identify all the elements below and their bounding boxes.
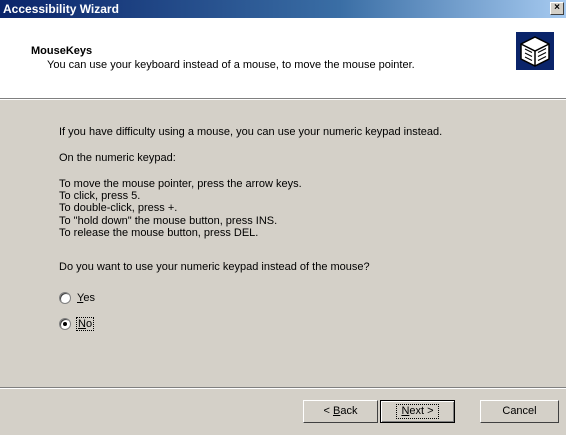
- wizard-book-icon: [516, 32, 554, 70]
- cancel-button[interactable]: Cancel: [480, 400, 559, 423]
- window-title: Accessibility Wizard: [3, 2, 119, 16]
- back-button[interactable]: < Back: [303, 400, 378, 423]
- yes-radio[interactable]: [59, 292, 71, 304]
- instruction-line: To move the mouse pointer, press the arr…: [59, 178, 302, 190]
- instruction-line: To "hold down" the mouse button, press I…: [59, 215, 278, 227]
- page-subtitle: You can use your keyboard instead of a m…: [47, 59, 415, 71]
- no-label[interactable]: No: [75, 317, 95, 331]
- intro-text: If you have difficulty using a mouse, yo…: [59, 126, 443, 138]
- page-title: MouseKeys: [31, 45, 93, 57]
- no-option[interactable]: No: [59, 317, 95, 331]
- yes-option[interactable]: Yes: [59, 291, 95, 305]
- header-separator: [0, 98, 566, 100]
- instruction-line: To click, press 5.: [59, 190, 141, 202]
- wizard-header: MouseKeys You can use your keyboard inst…: [0, 18, 566, 98]
- instruction-line: To double-click, press +.: [59, 202, 178, 214]
- no-radio[interactable]: [59, 318, 71, 330]
- radio-selected-dot: [63, 322, 67, 326]
- yes-label[interactable]: Yes: [77, 292, 95, 304]
- question-text: Do you want to use your numeric keypad i…: [59, 261, 370, 273]
- close-button[interactable]: ×: [550, 2, 564, 15]
- footer-separator: [0, 387, 566, 389]
- keypad-heading: On the numeric keypad:: [59, 152, 176, 164]
- close-icon: ×: [554, 2, 560, 13]
- next-button[interactable]: Next >: [380, 400, 455, 423]
- instruction-line: To release the mouse button, press DEL.: [59, 227, 259, 239]
- title-bar[interactable]: Accessibility Wizard ×: [0, 0, 566, 18]
